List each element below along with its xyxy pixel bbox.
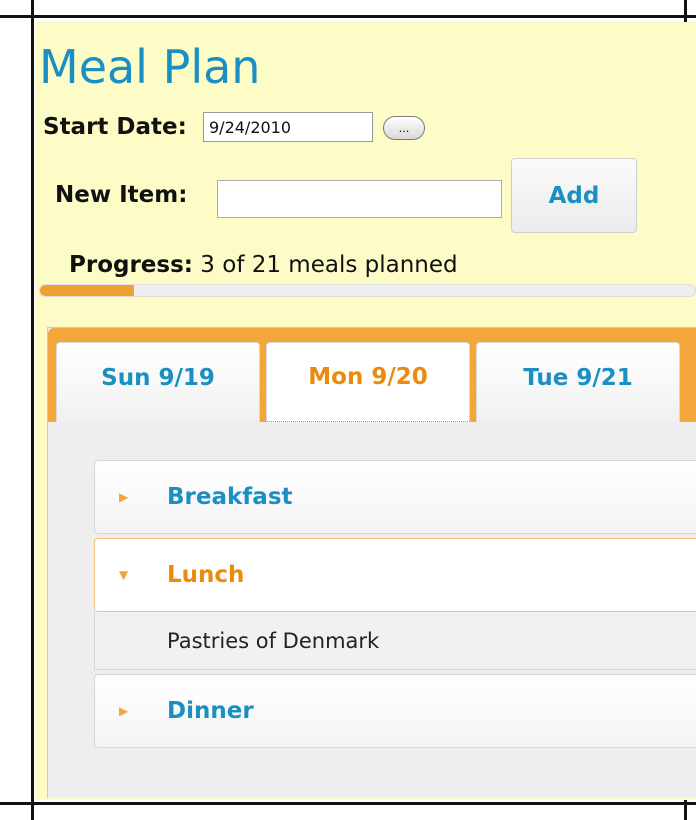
accordion-header-lunch[interactable]: ▼ Lunch: [94, 538, 696, 612]
accordion-header-breakfast[interactable]: ▶ Breakfast: [94, 460, 696, 534]
page-title: Meal Plan: [39, 40, 261, 94]
progress-bar-fill: [40, 285, 134, 296]
meal-item: Pastries of Denmark: [167, 628, 380, 653]
triangle-right-icon: ▶: [119, 490, 129, 504]
tab-tue-9-21[interactable]: Tue 9/21: [476, 342, 680, 422]
day-tabs: Sun 9/19 Mon 9/20 Tue 9/21 ▶ Breakfast ▼…: [47, 327, 696, 798]
frame-top-line: [0, 15, 696, 18]
start-date-label: Start Date:: [43, 114, 187, 140]
progress-label: Progress:: [69, 252, 193, 278]
triangle-right-icon: ▶: [119, 704, 129, 718]
accordion-content-lunch: Pastries of Denmark: [94, 612, 696, 670]
triangle-down-icon: ▼: [119, 568, 129, 582]
frame-left-line: [31, 0, 34, 820]
meal-accordion: ▶ Breakfast ▼ Lunch Pastries of Denmark …: [94, 460, 696, 748]
accordion-label: Lunch: [167, 562, 245, 588]
tab-mon-9-20[interactable]: Mon 9/20: [266, 342, 470, 422]
accordion-label: Dinner: [167, 698, 254, 724]
frame-bottom-line: [0, 802, 696, 805]
progress-value: 3 of 21 meals planned: [200, 252, 458, 278]
accordion-header-dinner[interactable]: ▶ Dinner: [94, 674, 696, 748]
date-picker-button[interactable]: ...: [383, 116, 425, 140]
new-item-input[interactable]: [217, 180, 502, 218]
progress-bar: [39, 284, 696, 297]
progress-text: Progress: 3 of 21 meals planned: [69, 252, 458, 278]
meal-plan-panel: Meal Plan Start Date: ... New Item: Add …: [35, 22, 696, 800]
tab-sun-9-19[interactable]: Sun 9/19: [56, 342, 260, 422]
accordion-label: Breakfast: [167, 484, 293, 510]
tab-bar: Sun 9/19 Mon 9/20 Tue 9/21: [48, 328, 696, 422]
add-button[interactable]: Add: [511, 158, 637, 233]
start-date-input[interactable]: [203, 112, 373, 142]
new-item-label: New Item:: [55, 182, 188, 208]
